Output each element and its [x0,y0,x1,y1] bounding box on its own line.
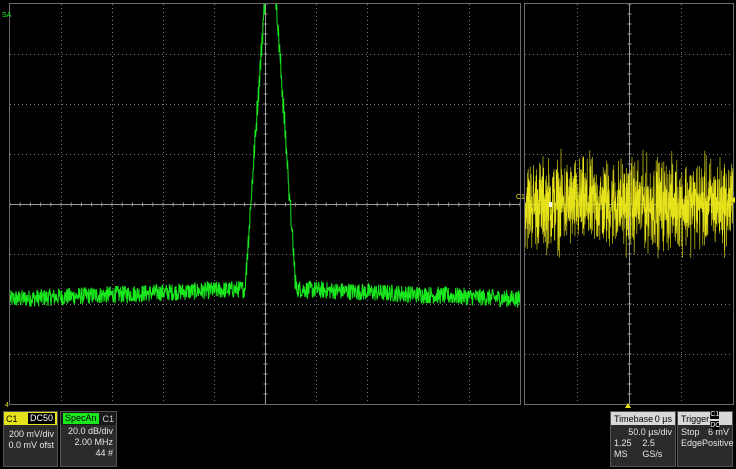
specan-source: C1 [102,413,114,424]
c1-time-grid[interactable] [524,3,734,405]
timebase-descriptor[interactable]: Timebase 0 µs 50.0 µs/div 1.25 MS 2.5 GS… [610,411,676,467]
trigger-point-marker [549,202,552,207]
trigger-level-marker [730,197,735,203]
specan-descriptor[interactable]: SpecAn C1 20.0 dB/div 2.00 MHz 44 # [60,411,117,467]
trigger-slope: Positive [702,438,734,448]
trigger-label: Trigger [681,413,710,424]
trigger-descriptor[interactable]: Trigger C1DC Stop 6 mV Edge Positive [677,409,734,467]
timebase-per-div: 50.0 µs/div [628,427,672,437]
c1-scale: 200 mV/div [8,429,54,439]
specan-count: 44 # [95,448,113,458]
timebase-label: Timebase [614,413,654,424]
c1-offset: 0.0 mV ofst [8,440,54,450]
timebase-samples: 1.25 MS [614,438,632,459]
timebase-rate: 2.5 GS/s [642,438,663,459]
trigger-source-badge: C1 [710,409,720,419]
c1-bottom-marker: 4 [5,402,9,409]
c1-offset-marker: C1 [516,194,525,201]
spectrum-gridlines [10,4,520,404]
specan-span: 2.00 MHz [74,437,113,447]
trigger-level: 6 mV [707,427,729,437]
c1-time-plot [525,4,733,404]
spectrum-grid[interactable] [9,3,521,405]
specan-label: SpecAn [63,413,99,424]
trigger-mode: Stop [681,427,700,437]
specan-scale: 20.0 dB/div [67,426,113,436]
spectrum-trace-tag: SA [2,12,12,19]
c1-coupling-badge: DC50 [27,413,55,424]
timebase-delay: 0 µs [654,413,672,424]
spectrum-plot [10,4,520,404]
c1-descriptor[interactable]: C1 DC50 200 mV/div 0.0 mV ofst [3,411,58,467]
c1-channel-label: C1 [6,413,18,424]
trigger-type: Edge [681,438,703,448]
trigger-position-marker [625,403,631,408]
